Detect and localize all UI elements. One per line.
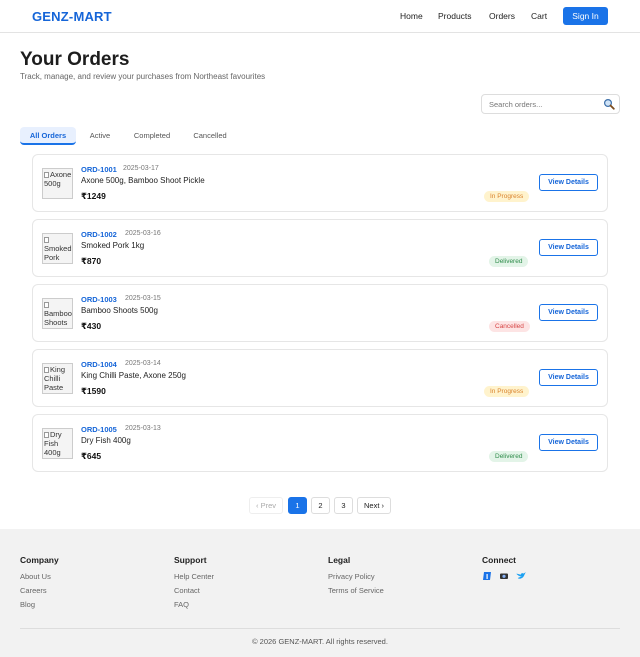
order-card: Smoked Pork ORD-1002 2025-03-16 Smoked P…: [32, 219, 608, 277]
product-thumbnail: King Chilli Paste: [42, 363, 73, 394]
footer-heading-support: Support: [174, 555, 207, 565]
product-thumbnail: Dry Fish 400g: [42, 428, 73, 459]
footer-link-help-center[interactable]: Help Center: [174, 572, 214, 581]
broken-image-icon: [44, 432, 49, 438]
nav-link-cart[interactable]: Cart: [531, 11, 547, 21]
order-date: 2025-03-17: [123, 165, 159, 172]
order-items: Bamboo Shoots 500g: [81, 306, 158, 315]
order-total: ₹870: [81, 256, 102, 266]
order-date: 2025-03-14: [125, 360, 161, 367]
footer-heading-legal: Legal: [328, 555, 351, 565]
instagram-icon[interactable]: [499, 571, 509, 581]
pagination-page-3[interactable]: 3: [334, 497, 353, 514]
sign-in-button[interactable]: Sign In: [563, 7, 608, 25]
order-total: ₹1590: [81, 386, 106, 396]
order-id[interactable]: ORD-1001: [81, 165, 117, 174]
order-total: ₹1249: [81, 191, 106, 201]
order-date: 2025-03-16: [125, 230, 161, 237]
order-id[interactable]: ORD-1005: [81, 425, 117, 434]
order-date: 2025-03-15: [125, 295, 161, 302]
status-badge: Delivered: [489, 256, 529, 267]
order-card: Bamboo Shoots ORD-1003 2025-03-15 Bamboo…: [32, 284, 608, 342]
pagination-page-2[interactable]: 2: [311, 497, 330, 514]
broken-image-icon: [44, 172, 49, 178]
order-items: Dry Fish 400g: [81, 436, 131, 445]
broken-image-icon: [44, 367, 49, 373]
pagination-prev-button[interactable]: ‹ Prev: [249, 497, 283, 514]
order-card: Axone 500g ORD-1001 2025-03-17 Axone 500…: [32, 154, 608, 212]
order-id[interactable]: ORD-1004: [81, 360, 117, 369]
product-thumbnail: Smoked Pork: [42, 233, 73, 264]
status-badge: In Progress: [484, 191, 530, 202]
view-details-button[interactable]: View Details: [539, 434, 598, 451]
page-title: Your Orders: [20, 49, 130, 70]
order-total: ₹430: [81, 321, 102, 331]
product-thumbnail: Axone 500g: [42, 168, 73, 199]
thumbnail-alt-text: Bamboo Shoots: [44, 309, 72, 327]
pagination-next-button[interactable]: Next ›: [357, 497, 391, 514]
status-badge: Cancelled: [489, 321, 530, 332]
facebook-icon[interactable]: [482, 571, 492, 581]
search-icon[interactable]: [603, 98, 615, 110]
copyright-text: © 2026 GENZ-MART. All rights reserved.: [252, 637, 388, 646]
order-date: 2025-03-13: [125, 425, 161, 432]
footer-link-terms-of-service[interactable]: Terms of Service: [328, 586, 384, 595]
footer-link-privacy-policy[interactable]: Privacy Policy: [328, 572, 375, 581]
site-footer: Company About Us Careers Blog Support He…: [0, 529, 640, 657]
footer-link-contact[interactable]: Contact: [174, 586, 200, 595]
broken-image-icon: [44, 302, 49, 308]
footer-heading-company: Company: [20, 555, 59, 565]
top-navbar: GENZ-MART Home Products Orders Cart Sign…: [0, 0, 640, 33]
tab-all-orders[interactable]: All Orders: [20, 127, 76, 145]
brand-logo[interactable]: GENZ-MART: [32, 9, 112, 24]
status-badge: Delivered: [489, 451, 529, 462]
footer-link-faq[interactable]: FAQ: [174, 600, 189, 609]
footer-link-blog[interactable]: Blog: [20, 600, 35, 609]
view-details-button[interactable]: View Details: [539, 174, 598, 191]
status-badge: In Progress: [484, 386, 530, 397]
thumbnail-alt-text: Smoked Pork: [44, 244, 72, 262]
view-details-button[interactable]: View Details: [539, 369, 598, 386]
view-details-button[interactable]: View Details: [539, 304, 598, 321]
search-box: [481, 94, 620, 114]
nav-link-products[interactable]: Products: [438, 11, 472, 21]
tab-completed[interactable]: Completed: [126, 127, 178, 145]
order-items: King Chilli Paste, Axone 250g: [81, 371, 186, 380]
order-card: Dry Fish 400g ORD-1005 2025-03-13 Dry Fi…: [32, 414, 608, 472]
footer-divider: [20, 628, 620, 629]
pagination-page-1[interactable]: 1: [288, 497, 307, 514]
broken-image-icon: [44, 237, 49, 243]
twitter-icon[interactable]: [516, 571, 526, 581]
footer-link-careers[interactable]: Careers: [20, 586, 47, 595]
view-details-button[interactable]: View Details: [539, 239, 598, 256]
order-items: Axone 500g, Bamboo Shoot Pickle: [81, 176, 205, 185]
order-card: King Chilli Paste ORD-1004 2025-03-14 Ki…: [32, 349, 608, 407]
order-id[interactable]: ORD-1002: [81, 230, 117, 239]
tab-active[interactable]: Active: [80, 127, 120, 145]
order-id[interactable]: ORD-1003: [81, 295, 117, 304]
product-thumbnail: Bamboo Shoots: [42, 298, 73, 329]
tab-cancelled[interactable]: Cancelled: [186, 127, 234, 145]
order-items: Smoked Pork 1kg: [81, 241, 145, 250]
footer-heading-connect: Connect: [482, 555, 516, 565]
nav-link-orders[interactable]: Orders: [489, 11, 515, 21]
page-subtitle: Track, manage, and review your purchases…: [20, 72, 266, 81]
footer-link-about-us[interactable]: About Us: [20, 572, 51, 581]
nav-link-home[interactable]: Home: [400, 11, 423, 21]
order-total: ₹645: [81, 451, 102, 461]
search-input[interactable]: [489, 98, 599, 111]
